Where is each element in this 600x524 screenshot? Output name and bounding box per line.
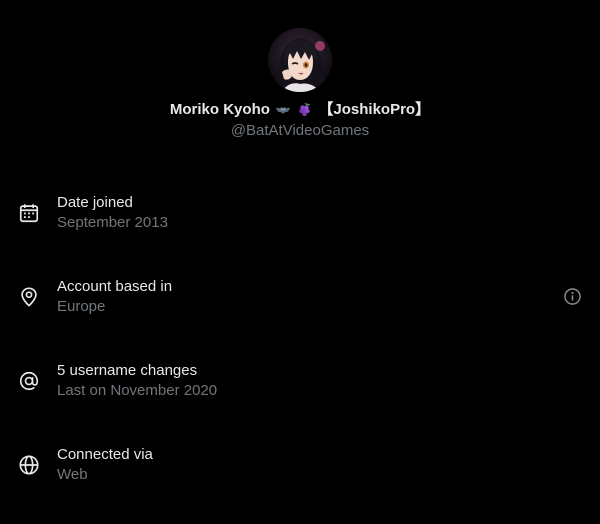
username-changes-value: Last on November 2020 — [57, 382, 218, 399]
about-row-date-joined: Date joined September 2013 — [0, 182, 600, 242]
location-pin-icon — [21, 287, 37, 307]
about-row-account-based-in: Account based in Europe — [0, 266, 600, 326]
connected-via-value: Web — [57, 466, 88, 483]
account-based-in-label: Account based in — [57, 278, 173, 295]
date-joined-label: Date joined — [57, 194, 133, 211]
display-name: Moriko Kyoho 【JoshikoPro】 — [0, 100, 600, 120]
connected-via-label: Connected via — [57, 446, 153, 463]
display-name-suffix: 【JoshikoPro】 — [318, 101, 431, 119]
username-handle: @BatAtVideoGames — [230, 122, 370, 139]
username-changes-label: 5 username changes — [57, 362, 198, 379]
about-row-connected-via: Connected via Web — [0, 434, 600, 494]
globe-icon — [19, 455, 39, 475]
info-icon[interactable] — [563, 287, 582, 306]
avatar[interactable] — [268, 28, 332, 92]
at-sign-icon — [19, 371, 39, 391]
grapes-emoji-icon — [299, 102, 311, 117]
account-based-in-value: Europe — [57, 298, 106, 315]
bat-emoji-icon — [276, 107, 291, 114]
avatar-image — [268, 28, 332, 92]
date-joined-value: September 2013 — [57, 214, 168, 231]
calendar-icon — [19, 204, 39, 223]
about-row-username-changes: 5 username changes Last on November 2020 — [0, 350, 600, 410]
display-name-text: Moriko Kyoho — [169, 101, 270, 119]
profile-header: Moriko Kyoho 【JoshikoPro】 @BatAtVideoGam… — [0, 0, 600, 150]
